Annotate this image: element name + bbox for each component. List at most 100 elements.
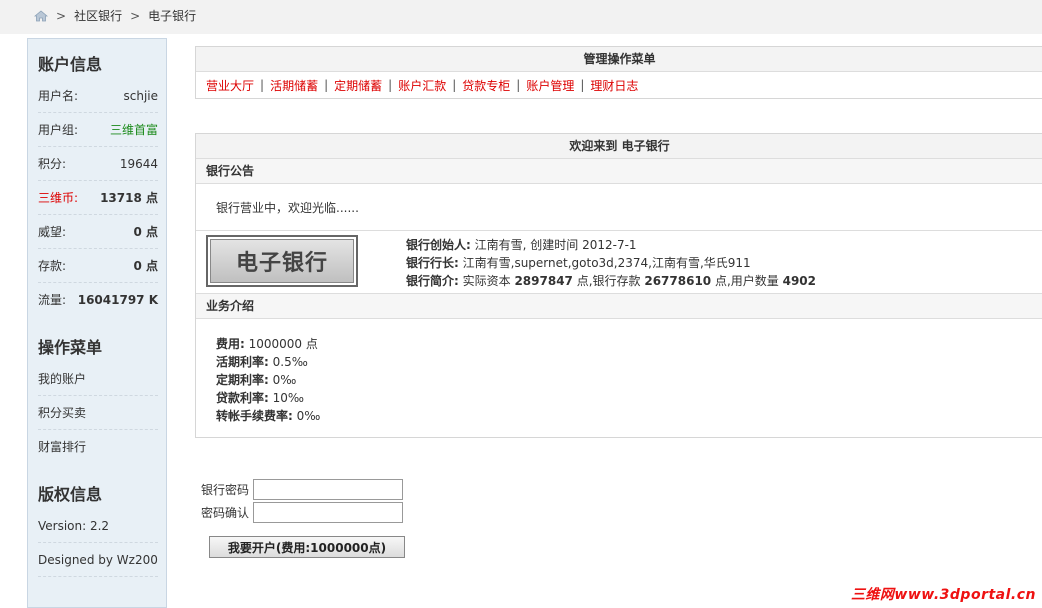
founder-line: 银行创始人: 江南有雪, 创建时间 2012-7-1 bbox=[406, 236, 816, 254]
row-label: 流量: bbox=[38, 293, 67, 307]
capital-value: 2897847 bbox=[514, 274, 573, 288]
row-value: 19644 bbox=[119, 156, 158, 171]
menu-pipe: | bbox=[580, 78, 585, 92]
account-row-prestige: 威望: 0 点 bbox=[38, 215, 158, 249]
notice-text: 银行营业中，欢迎光临...... bbox=[196, 184, 1042, 231]
biz-value: 0.5‰ bbox=[268, 355, 308, 369]
menu-item-lobby[interactable]: 营业大厅 bbox=[206, 77, 254, 94]
account-row-usergroup: 用户组: 三维首富 bbox=[38, 113, 158, 147]
sidebar-item-wealth-rank[interactable]: 财富排行 bbox=[38, 430, 158, 463]
menu-item-current-savings[interactable]: 活期储蓄 bbox=[270, 77, 318, 94]
row-value: schjie bbox=[123, 88, 158, 103]
intro-a: 实际资本 bbox=[458, 274, 515, 288]
watermark: 三维网www.3dportal.cn bbox=[850, 587, 1036, 603]
founder-text: 江南有雪, 创建时间 2012-7-1 bbox=[470, 238, 637, 252]
row-value: 16041797 K bbox=[77, 292, 158, 307]
copyright-list: Version: 2.2 Designed by Wz200... bbox=[28, 509, 166, 577]
manage-menu-title: 管理操作菜单 bbox=[196, 47, 1042, 72]
menu-item-fixed-savings[interactable]: 定期储蓄 bbox=[334, 77, 382, 94]
president-label: 银行行长: bbox=[406, 256, 459, 270]
breadcrumb: > 社区银行 > 电子银行 bbox=[34, 7, 196, 24]
biz-item-loan-rate: 贷款利率: 10‰ bbox=[216, 389, 1042, 407]
breadcrumb-community-bank[interactable]: 社区银行 bbox=[74, 7, 122, 24]
biz-value: 1000000 点 bbox=[244, 337, 318, 351]
business-list: 费用: 1000000 点 活期利率: 0.5‰ 定期利率: 0‰ 贷款利率: … bbox=[196, 319, 1042, 437]
sidebar-item-points-trade[interactable]: 积分买卖 bbox=[38, 396, 158, 430]
open-account-button[interactable]: 我要开户(费用:1000000点) bbox=[209, 536, 405, 558]
biz-label: 费用: bbox=[216, 337, 245, 351]
copyright-title: 版权信息 bbox=[38, 485, 103, 504]
sidebar: 账户信息 用户名: schjie 用户组: 三维首富 积分: 19644 三维币… bbox=[27, 38, 167, 608]
welcome-panel: 欢迎来到 电子银行 银行公告 银行营业中，欢迎光临...... 电子银行 银行创… bbox=[195, 133, 1042, 438]
intro-c: 点,用户数量 bbox=[711, 274, 783, 288]
account-row-deposit: 存款: 0 点 bbox=[38, 249, 158, 283]
biz-value: 0‰ bbox=[292, 409, 321, 423]
designed-by-text: Designed by Wz200... bbox=[38, 543, 158, 577]
menu-pipe: | bbox=[452, 78, 457, 92]
breadcrumb-ebank: 电子银行 bbox=[148, 9, 197, 23]
password-input[interactable] bbox=[253, 479, 403, 500]
deposit-value: 26778610 bbox=[644, 274, 712, 288]
biz-item-transfer-fee: 转帐手续费率: 0‰ bbox=[216, 407, 1042, 425]
biz-value: 0‰ bbox=[268, 373, 297, 387]
confirm-input[interactable] bbox=[253, 502, 403, 523]
founder-label: 银行创始人: bbox=[406, 238, 471, 252]
menu-pipe: | bbox=[388, 78, 393, 92]
manage-menu-bar: 营业大厅 | 活期储蓄 | 定期储蓄 | 账户汇款 | 贷款专柜 | 账户管理 … bbox=[196, 72, 1042, 98]
sidebar-item-my-account[interactable]: 我的账户 bbox=[38, 362, 158, 396]
breadcrumb-sep: > bbox=[56, 8, 67, 23]
row-label: 用户名: bbox=[38, 89, 79, 103]
intro-line: 银行简介: 实际资本 2897847 点,银行存款 26778610 点,用户数… bbox=[406, 272, 816, 290]
bank-info-lines: 银行创始人: 江南有雪, 创建时间 2012-7-1 银行行长: 江南有雪,su… bbox=[406, 236, 816, 290]
biz-label: 贷款利率: bbox=[216, 391, 269, 405]
intro-b: 点,银行存款 bbox=[572, 274, 645, 288]
intro-label: 银行简介: bbox=[406, 274, 459, 288]
notice-title: 银行公告 bbox=[196, 159, 1042, 184]
menu-pipe: | bbox=[516, 78, 521, 92]
menu-item-account-manage[interactable]: 账户管理 bbox=[526, 77, 574, 94]
account-info-list: 用户名: schjie 用户组: 三维首富 积分: 19644 三维币: 137… bbox=[28, 79, 166, 316]
president-line: 银行行长: 江南有雪,supernet,goto3d,2374,江南有雪,华氏9… bbox=[406, 254, 816, 272]
password-row: 银行密码 bbox=[195, 478, 403, 501]
ebank-logo: 电子银行 bbox=[206, 235, 358, 287]
row-label: 三维币: bbox=[38, 191, 79, 205]
logo-text: 电子银行 bbox=[235, 250, 328, 276]
bank-info-row: 电子银行 银行创始人: 江南有雪, 创建时间 2012-7-1 银行行长: 江南… bbox=[196, 231, 1042, 294]
menu-pipe: | bbox=[324, 78, 329, 92]
biz-label: 定期利率: bbox=[216, 373, 269, 387]
biz-value: 10‰ bbox=[268, 391, 304, 405]
account-row-traffic: 流量: 16041797 K bbox=[38, 283, 158, 316]
account-row-coins: 三维币: 13718 点 bbox=[38, 181, 158, 215]
row-value: 13718 点 bbox=[100, 191, 158, 205]
ops-menu-list: 我的账户 积分买卖 财富排行 bbox=[28, 362, 166, 463]
menu-item-loans[interactable]: 贷款专柜 bbox=[462, 77, 510, 94]
account-row-points: 积分: 19644 bbox=[38, 147, 158, 181]
row-label: 存款: bbox=[38, 259, 67, 273]
confirm-label: 密码确认 bbox=[200, 506, 249, 520]
menu-item-remittance[interactable]: 账户汇款 bbox=[398, 77, 446, 94]
president-text: 江南有雪,supernet,goto3d,2374,江南有雪,华氏911 bbox=[458, 256, 751, 270]
biz-item-fee: 费用: 1000000 点 bbox=[216, 335, 1042, 353]
biz-label: 活期利率: bbox=[216, 355, 269, 369]
business-title: 业务介绍 bbox=[196, 294, 1042, 319]
password-label: 银行密码 bbox=[200, 483, 249, 497]
menu-item-finance-log[interactable]: 理财日志 bbox=[590, 77, 638, 94]
welcome-title: 欢迎来到 电子银行 bbox=[196, 134, 1042, 159]
biz-item-fixed-rate: 定期利率: 0‰ bbox=[216, 371, 1042, 389]
open-account-form: 银行密码 密码确认 我要开户(费用:1000000点) bbox=[195, 478, 405, 558]
biz-item-current-rate: 活期利率: 0.5‰ bbox=[216, 353, 1042, 371]
breadcrumb-sep: > bbox=[130, 8, 141, 23]
menu-pipe: | bbox=[260, 78, 265, 92]
row-value: 0 点 bbox=[133, 259, 158, 273]
row-label: 威望: bbox=[38, 225, 67, 239]
row-value: 三维首富 bbox=[109, 123, 158, 137]
row-value: 0 点 bbox=[133, 225, 158, 239]
top-bar: > 社区银行 > 电子银行 bbox=[0, 0, 1042, 34]
row-label: 用户组: bbox=[38, 123, 79, 137]
biz-label: 转帐手续费率: bbox=[216, 409, 293, 423]
home-icon[interactable] bbox=[34, 9, 48, 23]
row-label: 积分: bbox=[38, 157, 67, 171]
confirm-row: 密码确认 bbox=[195, 501, 403, 524]
account-row-username: 用户名: schjie bbox=[38, 79, 158, 113]
version-text: Version: 2.2 bbox=[38, 509, 158, 543]
